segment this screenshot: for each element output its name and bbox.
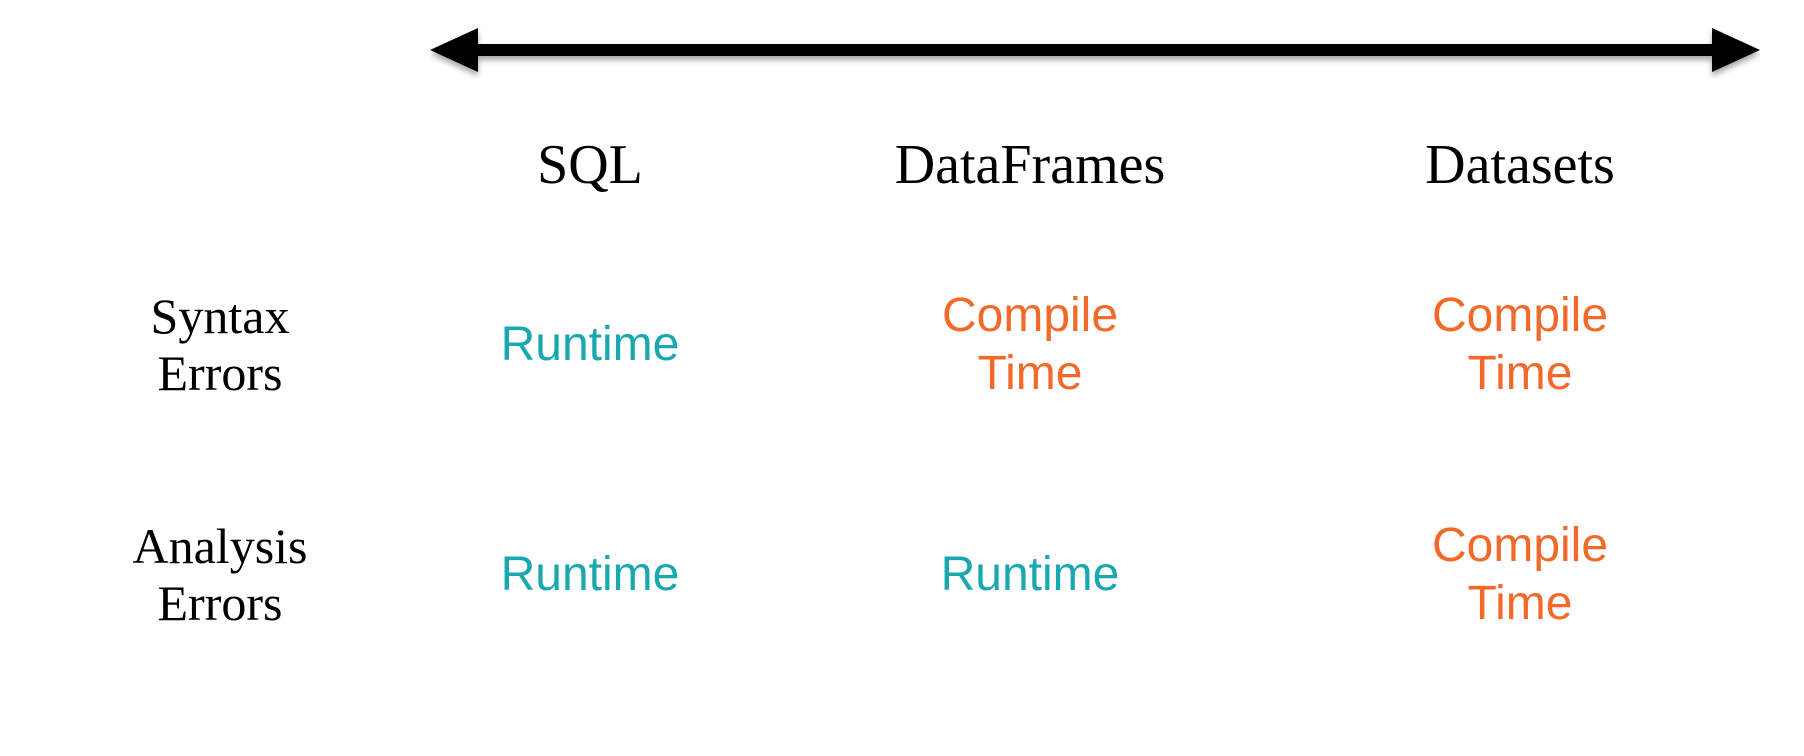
cell-syntax-sql: Runtime [501,316,680,374]
cell-syntax-dataframes: Compile Time [942,287,1118,402]
col-header-dataframes: DataFrames [895,133,1166,197]
row-header-analysis: Analysis Errors [133,518,308,633]
row-header-syntax: Syntax Errors [151,288,290,403]
cell-analysis-datasets: Compile Time [1432,517,1608,632]
col-header-datasets: Datasets [1425,133,1615,197]
cell-analysis-dataframes: Runtime [941,546,1120,604]
col-header-sql: SQL [537,133,643,197]
cell-syntax-datasets: Compile Time [1432,287,1608,402]
diagram-container: SQL DataFrames Datasets Syntax Errors Ru… [0,0,1804,756]
comparison-table: SQL DataFrames Datasets Syntax Errors Ru… [40,100,1760,690]
cell-analysis-sql: Runtime [501,546,680,604]
double-arrow-icon [430,20,1760,90]
